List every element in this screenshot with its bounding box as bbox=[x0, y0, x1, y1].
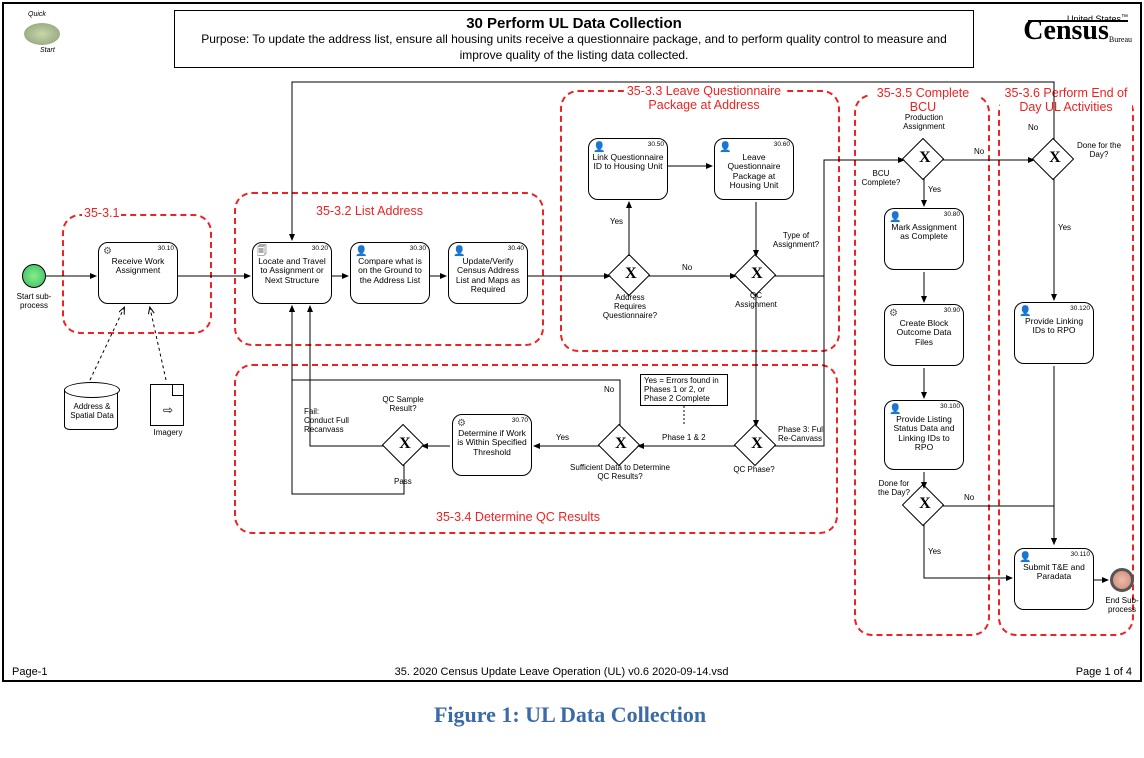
end-label: End Sub-process bbox=[1102, 596, 1142, 614]
task-30-120-label: Provide Linking IDs to RPO bbox=[1025, 316, 1083, 335]
task-30-20: 🗐30.20Locate and Travel to Assignment or… bbox=[252, 242, 332, 304]
group-label-35-3-3: 35-3.3 Leave Questionnaire Package at Ad… bbox=[624, 84, 784, 112]
start-event bbox=[22, 264, 46, 288]
annotation-yes-errors: Yes = Errors found in Phases 1 or 2, or … bbox=[640, 374, 728, 406]
task-30-50: 👤30.50Link Questionnaire ID to Housing U… bbox=[588, 138, 668, 200]
doc-imagery-label: Imagery bbox=[148, 428, 188, 437]
user-icon: 👤 bbox=[453, 246, 465, 257]
diagram-frame: Quick Start 30 Perform UL Data Collectio… bbox=[2, 2, 1142, 682]
task-30-50-label: Link Questionnaire ID to Housing Unit bbox=[593, 152, 664, 171]
footer-right: Page 1 of 4 bbox=[1076, 666, 1132, 678]
task-30-90: ⚙30.90Create Block Outcome Data Files bbox=[884, 304, 964, 366]
task-30-80-label: Mark Assignment as Complete bbox=[891, 222, 956, 241]
figure-caption: Figure 1: UL Data Collection bbox=[0, 702, 1140, 728]
gw-label-ta: Type of Assignment? bbox=[766, 232, 826, 250]
gw-label-qs: QC Sample Result? bbox=[378, 396, 428, 414]
task-30-110: 👤30.110Submit T&E and Paradata bbox=[1014, 548, 1094, 610]
task-30-120: 👤30.120Provide Linking IDs to RPO bbox=[1014, 302, 1094, 364]
gear-icon: ⚙ bbox=[889, 308, 898, 319]
visio-start: Start bbox=[40, 47, 55, 54]
canvas: 35-3.1 35-3.2 List Address 35-3.3 Leave … bbox=[4, 74, 1140, 656]
task-30-10: ⚙30.10Receive Work Assignment bbox=[98, 242, 178, 304]
user-icon: 👤 bbox=[1019, 552, 1031, 563]
datastore-address: Address & Spatial Data bbox=[64, 390, 118, 430]
footer-center: 35. 2020 Census Update Leave Operation (… bbox=[395, 666, 729, 678]
datastore-address-label: Address & Spatial Data bbox=[65, 402, 119, 420]
census-logo: United States™ CensusBureau bbox=[1002, 8, 1132, 48]
task-30-60: 👤30.60Leave Questionnaire Package at Hou… bbox=[714, 138, 794, 200]
gear-icon: ⚙ bbox=[103, 246, 112, 257]
group-label-35-3-1: 35-3.1 bbox=[82, 206, 121, 220]
task-30-40: 👤30.40Update/Verify Census Address List … bbox=[448, 242, 528, 304]
visio-icon: Quick Start bbox=[14, 11, 74, 61]
gw-label-sd: Sufficient Data to Determine QC Results? bbox=[570, 464, 670, 482]
doc-imagery: ⇨ Imagery bbox=[150, 384, 184, 426]
doc-icon: 🗐 bbox=[257, 246, 267, 257]
logo-sub: Bureau bbox=[1109, 35, 1132, 44]
logo-top: United States bbox=[1067, 14, 1121, 24]
task-30-30: 👤30.30Compare what is on the Ground to t… bbox=[350, 242, 430, 304]
task-30-40-label: Update/Verify Census Address List and Ma… bbox=[456, 256, 520, 294]
diagram-title: 30 Perform UL Data Collection bbox=[185, 15, 963, 32]
group-label-35-3-6: 35-3.6 Perform End of Day UL Activities bbox=[1000, 86, 1132, 114]
end-event bbox=[1110, 568, 1134, 592]
task-30-70: ⚙30.70Determine if Work is Within Specif… bbox=[452, 414, 532, 476]
task-30-100: 👤30.100Provide Listing Status Data and L… bbox=[884, 400, 964, 470]
task-30-20-label: Locate and Travel to Assignment or Next … bbox=[258, 256, 326, 285]
group-label-35-3-2: 35-3.2 List Address bbox=[314, 204, 425, 218]
user-icon: 👤 bbox=[355, 246, 367, 257]
task-30-80: 👤30.80Mark Assignment as Complete bbox=[884, 208, 964, 270]
task-30-90-label: Create Block Outcome Data Files bbox=[897, 318, 952, 347]
gw-label-dd2: Done for the Day? bbox=[1074, 142, 1124, 160]
task-30-10-label: Receive Work Assignment bbox=[112, 256, 165, 275]
gw-label-pa: Production Assignment bbox=[894, 114, 954, 132]
user-icon: 👤 bbox=[889, 212, 901, 223]
task-30-70-label: Determine if Work is Within Specified Th… bbox=[457, 428, 526, 457]
gw-label-bcu: BCU Complete? bbox=[858, 170, 904, 188]
task-30-60-label: Leave Questionnaire Package at Housing U… bbox=[728, 152, 781, 190]
user-icon: 👤 bbox=[1019, 306, 1031, 317]
user-icon: 👤 bbox=[593, 142, 605, 153]
task-30-100-label: Provide Listing Status Data and Linking … bbox=[894, 414, 955, 452]
footer: Page-1 35. 2020 Census Update Leave Oper… bbox=[4, 666, 1140, 678]
gw-label-qc-assignment: QC Assignment bbox=[730, 292, 782, 310]
user-icon: 👤 bbox=[719, 142, 731, 153]
user-icon: 👤 bbox=[889, 404, 901, 415]
group-label-35-3-5: 35-3.5 Complete BCU bbox=[868, 86, 978, 114]
visio-quick: Quick bbox=[28, 11, 46, 18]
task-30-110-label: Submit T&E and Paradata bbox=[1023, 562, 1085, 581]
gw-label-arq: Address Requires Questionnaire? bbox=[600, 294, 660, 320]
task-30-30-label: Compare what is on the Ground to the Add… bbox=[358, 256, 422, 285]
start-label: Start sub-process bbox=[14, 292, 54, 310]
gear-icon: ⚙ bbox=[457, 418, 466, 429]
diagram-header: 30 Perform UL Data Collection Purpose: T… bbox=[174, 10, 974, 68]
gw-label-qcphase: QC Phase? bbox=[728, 466, 780, 475]
footer-left: Page-1 bbox=[12, 666, 47, 678]
group-label-35-3-4: 35-3.4 Determine QC Results bbox=[434, 510, 602, 524]
gw-label-dd: Done for the Day? bbox=[872, 480, 916, 498]
diagram-purpose: Purpose: To update the address list, ens… bbox=[185, 32, 963, 63]
